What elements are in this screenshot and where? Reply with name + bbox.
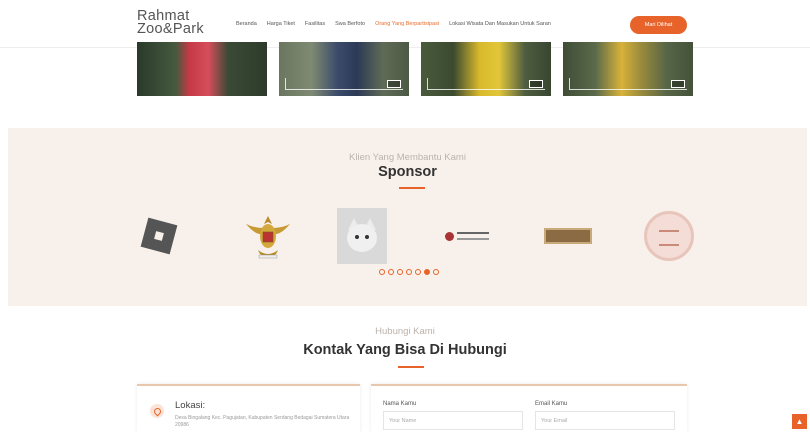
carousel-dot[interactable] <box>397 269 403 275</box>
brand-logo-icon <box>544 228 592 244</box>
email-input[interactable]: Your Email <box>535 411 675 430</box>
carousel-dot[interactable] <box>406 269 412 275</box>
gallery-photo[interactable] <box>421 42 551 96</box>
main-nav: Beranda Harga Tiket Fasilitas Swa Berfot… <box>236 21 551 27</box>
sponsor-section: Klien Yang Membantu Kami Sponsor <box>8 128 807 306</box>
photo-frame-overlay <box>285 78 403 90</box>
photo-gallery <box>137 42 693 96</box>
page: Rahmat Zoo&Park Beranda Harga Tiket Fasi… <box>0 0 810 432</box>
sponsor-title: Sponsor <box>378 164 437 180</box>
sponsor-logo-university[interactable] <box>437 208 497 264</box>
title-underline <box>398 366 424 368</box>
garuda-emblem-icon <box>246 216 290 259</box>
zoom-icon[interactable] <box>529 80 543 88</box>
location-title: Lokasi: <box>175 400 206 411</box>
map-pin-icon <box>150 404 164 418</box>
university-wordmark <box>457 232 489 240</box>
cat-image <box>337 208 387 264</box>
carousel-dot[interactable] <box>415 269 421 275</box>
sponsor-carousel <box>137 208 694 264</box>
site-logo[interactable]: Rahmat Zoo&Park <box>137 9 204 37</box>
contact-subtitle: Hubungi Kami <box>375 326 435 337</box>
carousel-dot[interactable] <box>433 269 439 275</box>
sponsor-subtitle: Klien Yang Membantu Kami <box>349 152 466 163</box>
contact-title: Kontak Yang Bisa Di Hubungi <box>303 342 507 358</box>
sponsor-logo-roblox[interactable] <box>137 208 181 264</box>
nav-item-harga-tiket[interactable]: Harga Tiket <box>267 21 295 27</box>
round-badge-logo-icon <box>644 211 694 261</box>
nav-item-fasilitas[interactable]: Fasilitas <box>305 21 325 27</box>
mari-dilihat-button[interactable]: Mari Dilihat <box>630 16 687 34</box>
contact-form: Nama Kamu Your Name Email Kamu Your Emai… <box>371 384 687 432</box>
photo-frame-overlay <box>427 78 545 90</box>
carousel-dot[interactable] <box>388 269 394 275</box>
gallery-photo[interactable] <box>279 42 409 96</box>
carousel-dot[interactable] <box>379 269 385 275</box>
gallery-photo[interactable] <box>137 42 267 96</box>
name-label: Nama Kamu <box>383 401 417 407</box>
carousel-dot[interactable] <box>424 269 430 275</box>
location-address: Desa Bingalang Kec. Pagujatan, Kabupaten… <box>175 415 350 428</box>
university-logo-icon <box>445 229 489 243</box>
scroll-to-top-button[interactable]: ▲ <box>792 414 807 429</box>
sponsor-logo-round-badge[interactable] <box>642 208 696 264</box>
nav-item-beranda[interactable]: Beranda <box>236 21 257 27</box>
zoom-icon[interactable] <box>671 80 685 88</box>
nav-item-swa-berfoto[interactable]: Swa Berfoto <box>335 21 365 27</box>
university-seal-icon <box>445 231 454 241</box>
carousel-pagination <box>379 269 439 275</box>
logo-line2: Zoo&Park <box>137 21 204 37</box>
gallery-photo[interactable] <box>563 42 693 96</box>
title-underline <box>399 187 425 189</box>
location-card: Lokasi: Desa Bingalang Kec. Pagujatan, K… <box>137 384 360 432</box>
sponsor-logo-cat[interactable] <box>337 208 387 264</box>
cat-eye <box>355 235 359 239</box>
name-input[interactable]: Your Name <box>383 411 523 430</box>
nav-item-lokasi-wisata[interactable]: Lokasi Wisata Dan Masukan Untuk Saran <box>449 21 551 27</box>
email-label: Email Kamu <box>535 401 568 407</box>
cat-eye <box>365 235 369 239</box>
photo-frame-overlay <box>569 78 687 90</box>
nav-item-orang-berpartisipasi[interactable]: Orang Yang Berpartisipasi <box>375 21 439 27</box>
arrow-up-icon: ▲ <box>795 417 804 426</box>
sponsor-logo-garuda[interactable] <box>240 208 296 264</box>
zoom-icon[interactable] <box>387 80 401 88</box>
site-header: Rahmat Zoo&Park Beranda Harga Tiket Fasi… <box>0 0 810 48</box>
sponsor-logo-brand[interactable] <box>542 208 594 264</box>
roblox-logo-icon <box>140 217 178 255</box>
cat-face <box>347 224 377 252</box>
